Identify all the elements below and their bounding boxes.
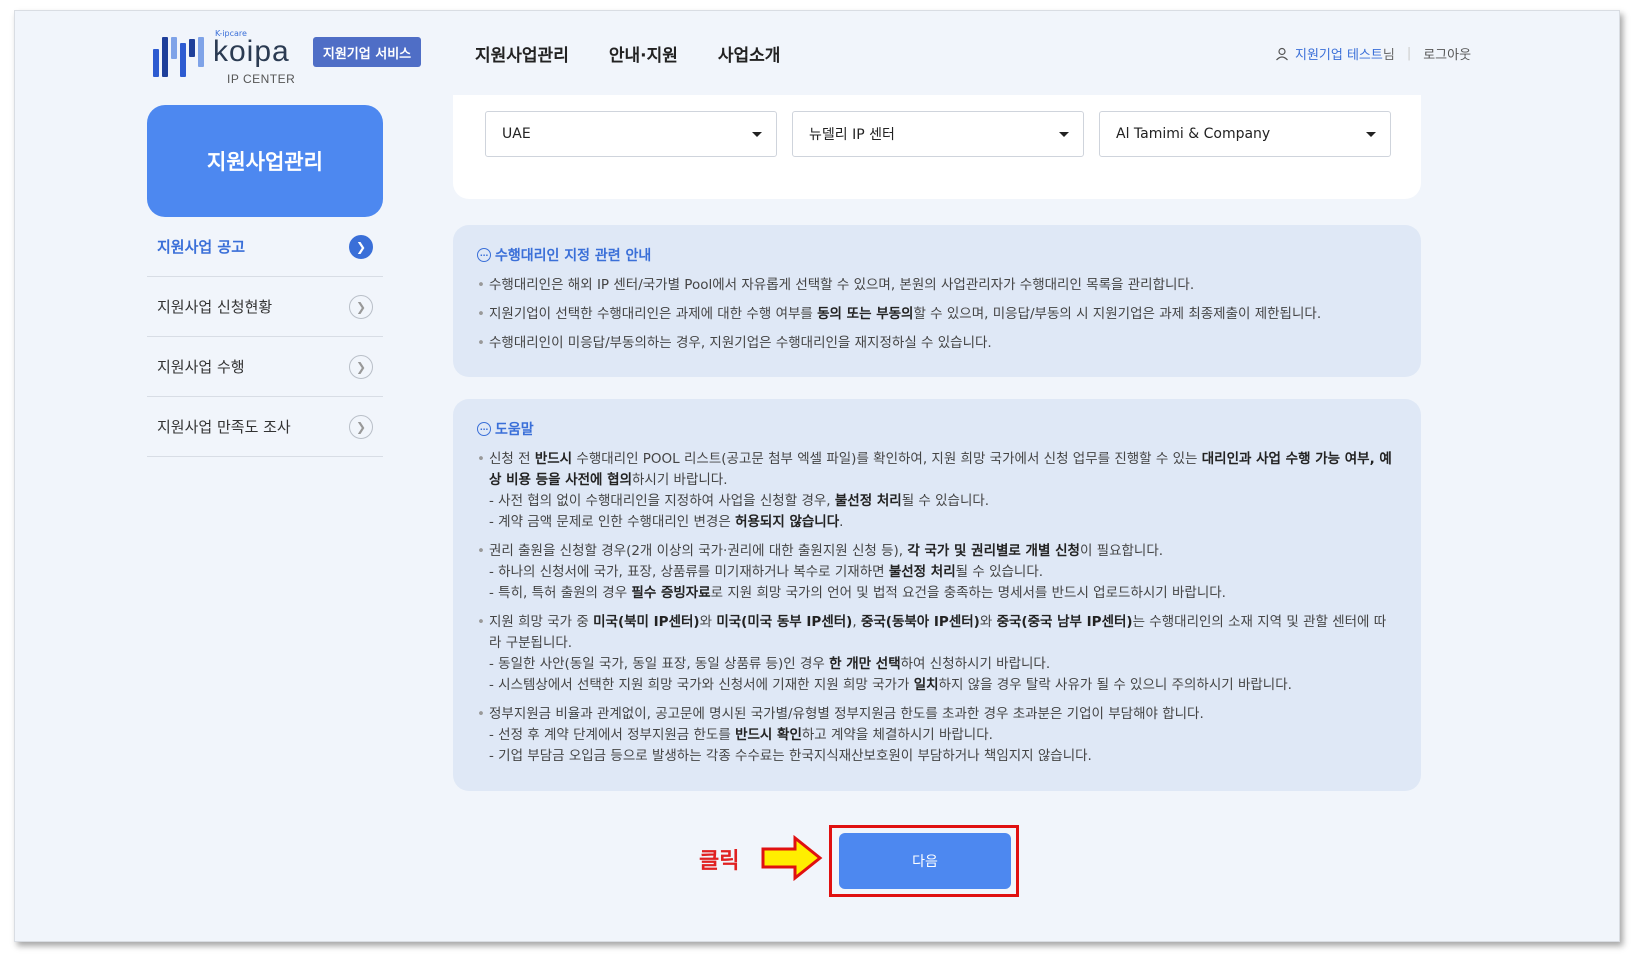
help-group: 권리 출원을 신청할 경우(2개 이상의 국가·권리에 대한 출원지원 신청 등… [477,541,1397,604]
help-sub-item: - 기업 부담금 오입금 등으로 발생하는 각종 수수료는 한국지식재산보호원이… [489,748,1092,764]
sidebar-item-satisfaction-survey[interactable]: 지원사업 만족도 조사 ❯ [147,397,383,457]
sidebar-item-label: 지원사업 만족도 조사 [157,418,291,436]
help-bullet: 지원 희망 국가 중 미국(북미 IP센터)와 미국(미국 동부 IP센터), … [477,612,1397,654]
sidebar-item-application-status[interactable]: 지원사업 신청현황 ❯ [147,277,383,337]
site-header: K-ipcare koipa IP CENTER 지원기업 서비스 지원사업관리… [15,11,1619,96]
help-sub-item: - 하나의 신청서에 국가, 표장, 상품류를 미기재하거나 복수로 기재하면 … [489,564,1044,580]
country-select-value: UAE [502,126,531,142]
nav-business-intro[interactable]: 사업소개 [718,41,781,66]
user-icon [1276,47,1288,60]
browser-frame: K-ipcare koipa IP CENTER 지원기업 서비스 지원사업관리… [14,10,1620,942]
nav-support-management[interactable]: 지원사업관리 [475,41,569,66]
help-sub-item: - 특히, 특허 출원의 경우 필수 증빙자료로 지원 희망 국가의 언어 및 … [489,585,1226,601]
caret-down-icon [752,132,762,137]
logo-wordmark: koipa [213,35,290,68]
center-select-value: 뉴델리 IP 센터 [809,127,895,143]
chat-icon: ⋯ [477,248,491,262]
logo-bars-icon [153,31,208,77]
user-name[interactable]: 지원기업 테스트 [1295,48,1383,63]
user-area: 지원기업 테스트님 | 로그아웃 [1275,44,1471,63]
logout-link[interactable]: 로그아웃 [1423,44,1471,63]
main-nav: 지원사업관리 안내·지원 사업소개 [475,41,780,66]
center-select[interactable]: 뉴델리 IP 센터 [792,111,1084,157]
notice-bullet: 수행대리인은 해외 IP 센터/국가별 Pool에서 자유롭게 선택할 수 있으… [477,275,1397,296]
click-annotation-label: 클릭 [699,849,740,874]
chat-icon: ⋯ [477,422,491,436]
notice-bullet: 수행대리인이 미응답/부동의하는 경우, 지원기업은 수행대리인을 재지정하실 … [477,333,1397,354]
notice-title-text: 수행대리인 지정 관련 안내 [495,248,652,264]
help-group: 지원 희망 국가 중 미국(북미 IP센터)와 미국(미국 동부 IP센터), … [477,612,1397,696]
help-title-text: 도움말 [495,422,534,438]
help-sub-item: - 선정 후 계약 단계에서 정부지원금 한도를 반드시 확인하고 계약을 체결… [489,727,993,743]
agent-select-value: Al Tamimi & Company [1116,126,1271,142]
sidebar-title: 지원사업관리 [147,105,383,217]
sidebar-item-announcement[interactable]: 지원사업 공고 ❯ [147,217,383,277]
help-group: 정부지원금 비율과 관계없이, 공고문에 명시된 국가별/유형별 정부지원금 한… [477,704,1397,767]
help-sub-item: - 시스템상에서 선택한 지원 희망 국가와 신청서에 기재한 지원 희망 국가… [489,677,1292,693]
arrow-right-icon [761,835,823,881]
notice-bullet: 지원기업이 선택한 수행대리인은 과제에 대한 수행 여부를 동의 또는 부동의… [477,304,1397,325]
sidebar-item-label: 지원사업 신청현황 [157,298,273,316]
caret-down-icon [1366,132,1376,137]
nav-guide-support[interactable]: 안내·지원 [609,41,678,66]
chevron-right-icon: ❯ [349,355,373,379]
sidebar-item-label: 지원사업 수행 [157,358,245,376]
chevron-right-icon: ❯ [349,235,373,259]
sidebar-item-execution[interactable]: 지원사업 수행 ❯ [147,337,383,397]
help-box: ⋯ 도움말 신청 전 반드시 수행대리인 POOL 리스트(공고문 첨부 엑셀 … [453,399,1421,791]
help-sub-item: - 사전 협의 없이 수행대리인을 지정하여 사업을 신청할 경우, 불선정 처… [489,493,990,509]
agent-select[interactable]: Al Tamimi & Company [1099,111,1391,157]
help-bullet: 정부지원금 비율과 관계없이, 공고문에 명시된 국가별/유형별 정부지원금 한… [477,704,1397,725]
help-group: 신청 전 반드시 수행대리인 POOL 리스트(공고문 첨부 엑셀 파일)를 확… [477,449,1397,533]
caret-down-icon [1059,132,1069,137]
chevron-right-icon: ❯ [349,295,373,319]
service-badge[interactable]: 지원기업 서비스 [313,37,421,67]
help-sub-item: - 동일한 사안(동일 국가, 동일 표장, 동일 상품류 등)인 경우 한 개… [489,656,1051,672]
koipa-logo[interactable]: K-ipcare koipa IP CENTER [153,29,303,86]
help-title: ⋯ 도움말 [477,419,1397,439]
select-card: UAE 뉴델리 IP 센터 Al Tamimi & Company [453,95,1421,199]
sidebar-menu: 지원사업 공고 ❯ 지원사업 신청현황 ❯ 지원사업 수행 ❯ 지원사업 만족도… [147,217,383,457]
sidebar-item-label: 지원사업 공고 [157,238,246,256]
help-bullet: 권리 출원을 신청할 경우(2개 이상의 국가·권리에 대한 출원지원 신청 등… [477,541,1397,562]
notice-title: ⋯ 수행대리인 지정 관련 안내 [477,245,1397,265]
agent-notice-box: ⋯ 수행대리인 지정 관련 안내 수행대리인은 해외 IP 센터/국가별 Poo… [453,225,1421,377]
chevron-right-icon: ❯ [349,415,373,439]
help-sub-item: - 계약 금액 문제로 인한 수행대리인 변경은 허용되지 않습니다. [489,514,844,530]
country-select[interactable]: UAE [485,111,777,157]
next-button[interactable]: 다음 [839,833,1011,889]
help-bullet: 신청 전 반드시 수행대리인 POOL 리스트(공고문 첨부 엑셀 파일)를 확… [477,449,1397,491]
user-suffix: 님 [1382,48,1395,63]
logo-subtitle: IP CENTER [227,72,296,86]
divider: | [1406,46,1412,61]
